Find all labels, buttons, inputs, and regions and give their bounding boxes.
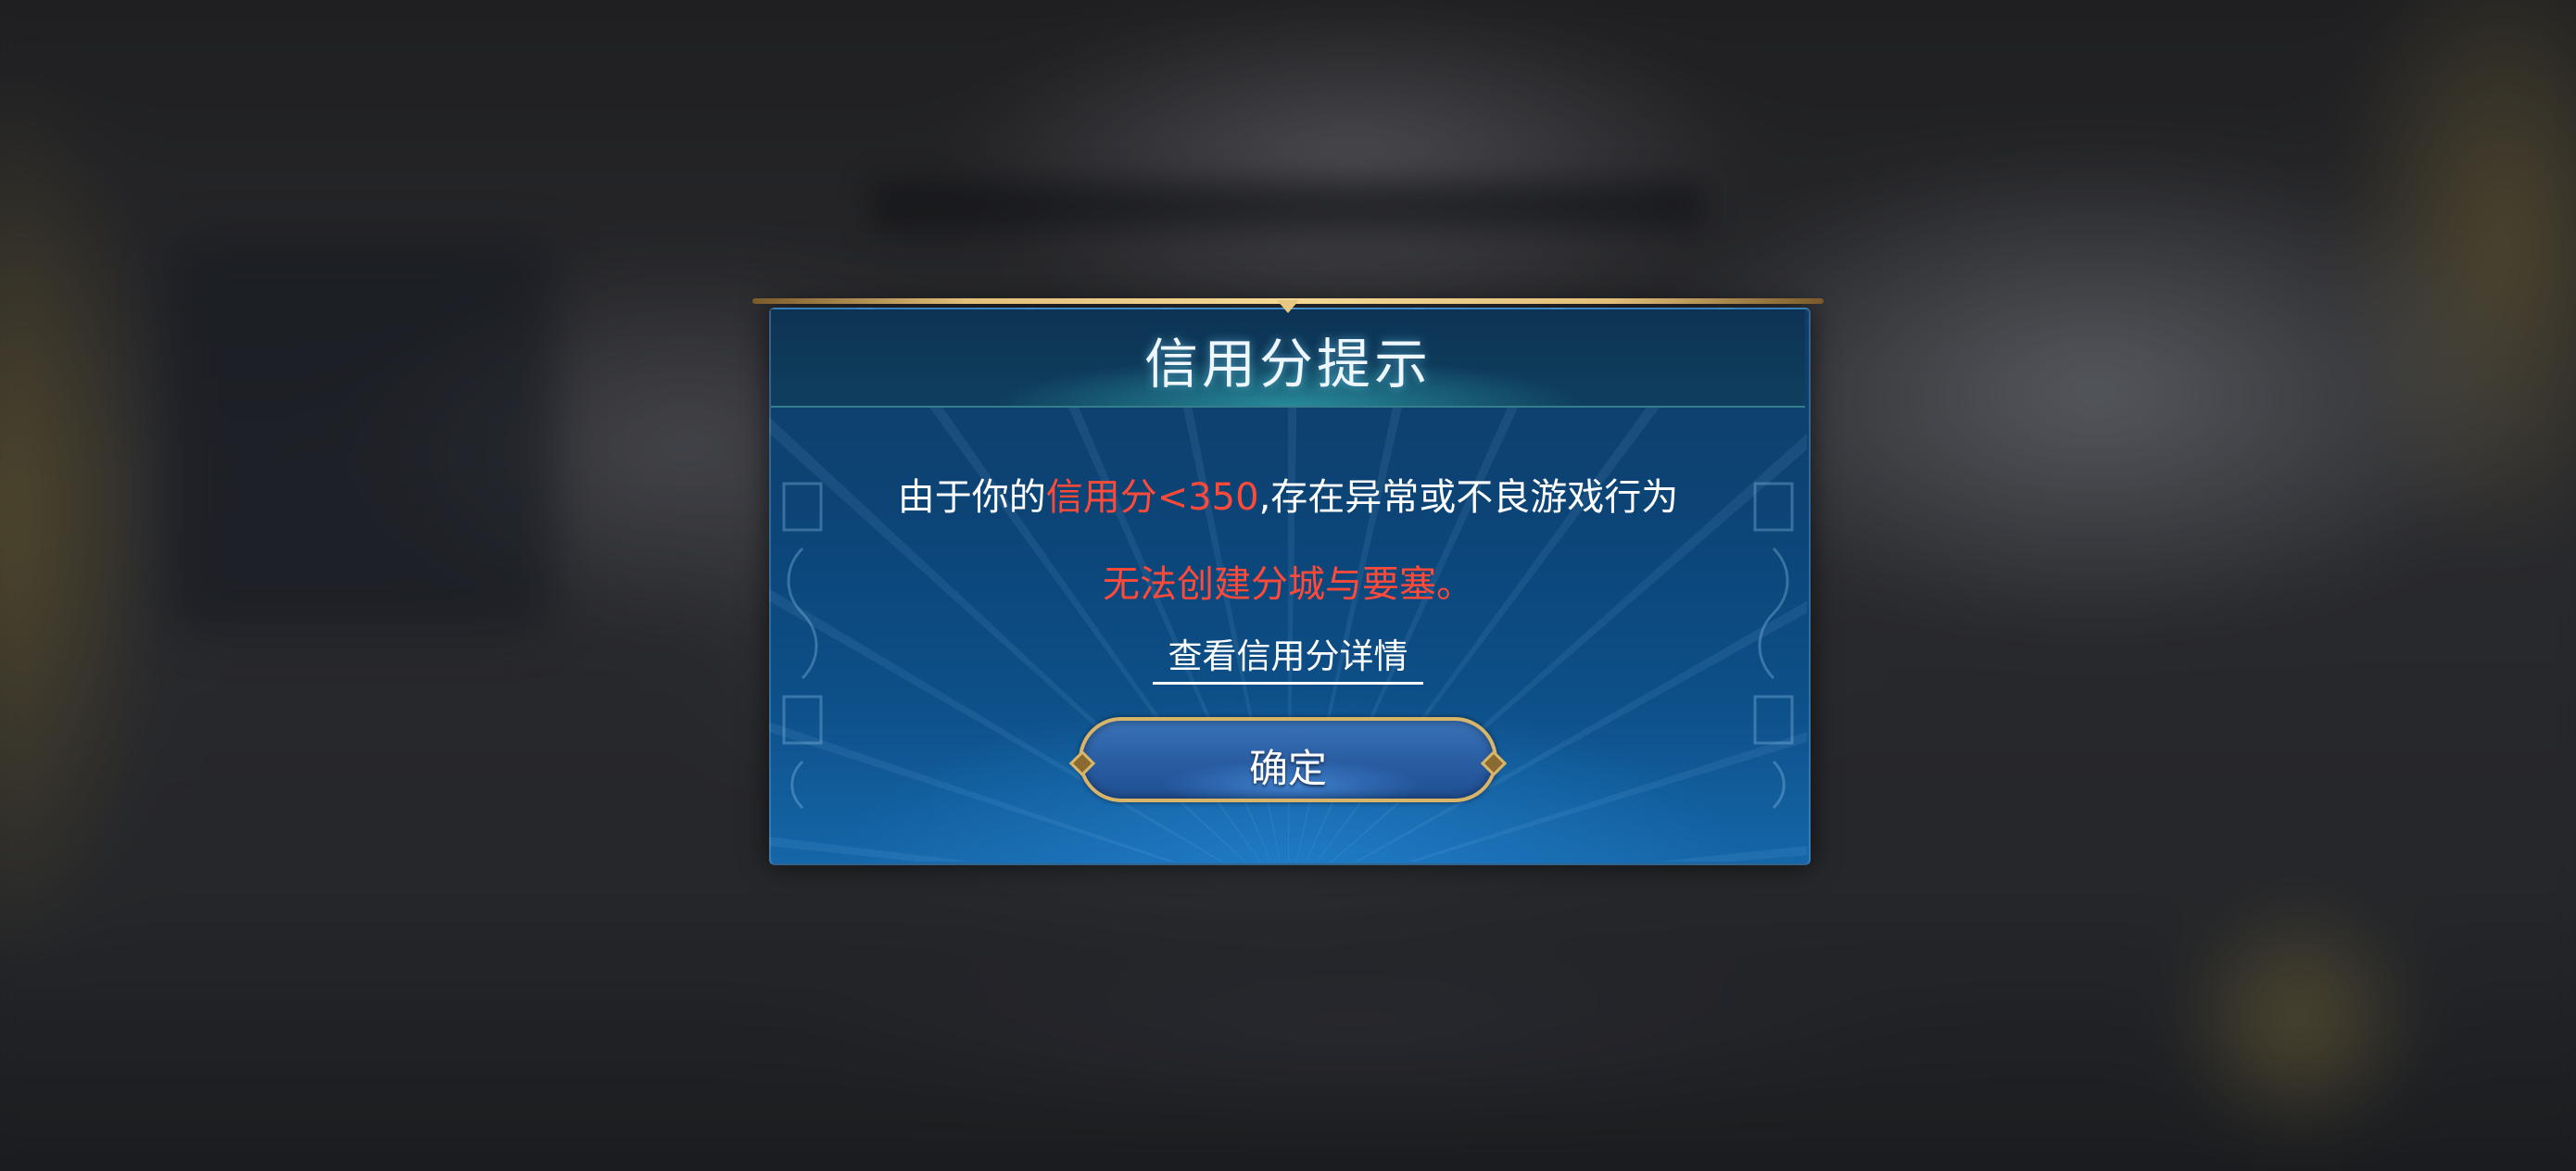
confirm-button-label: 确定 xyxy=(1248,746,1327,791)
warning-message: 由于你的信用分<350,存在异常或不良游戏行为 xyxy=(752,467,1824,521)
credit-score-highlight: 信用分<350 xyxy=(1045,476,1259,519)
gold-notch-ornament xyxy=(1277,300,1299,313)
message-suffix: ,存在异常或不良游戏行为 xyxy=(1258,476,1679,519)
message-prefix: 由于你的 xyxy=(897,476,1046,519)
view-credit-details-link[interactable]: 查看信用分详情 xyxy=(1153,628,1423,685)
restriction-message: 无法创建分城与要塞。 xyxy=(1103,563,1473,606)
confirm-button[interactable]: 确定 xyxy=(1068,717,1508,802)
game-scene: 信用分提示 由于你的信用分<350,存在异常或不良游戏行为 无法创建分城与要塞。… xyxy=(0,0,2576,1171)
dialog-title: 信用分提示 xyxy=(1143,333,1432,396)
credit-score-dialog: 信用分提示 由于你的信用分<350,存在异常或不良游戏行为 无法创建分城与要塞。… xyxy=(752,298,1824,873)
